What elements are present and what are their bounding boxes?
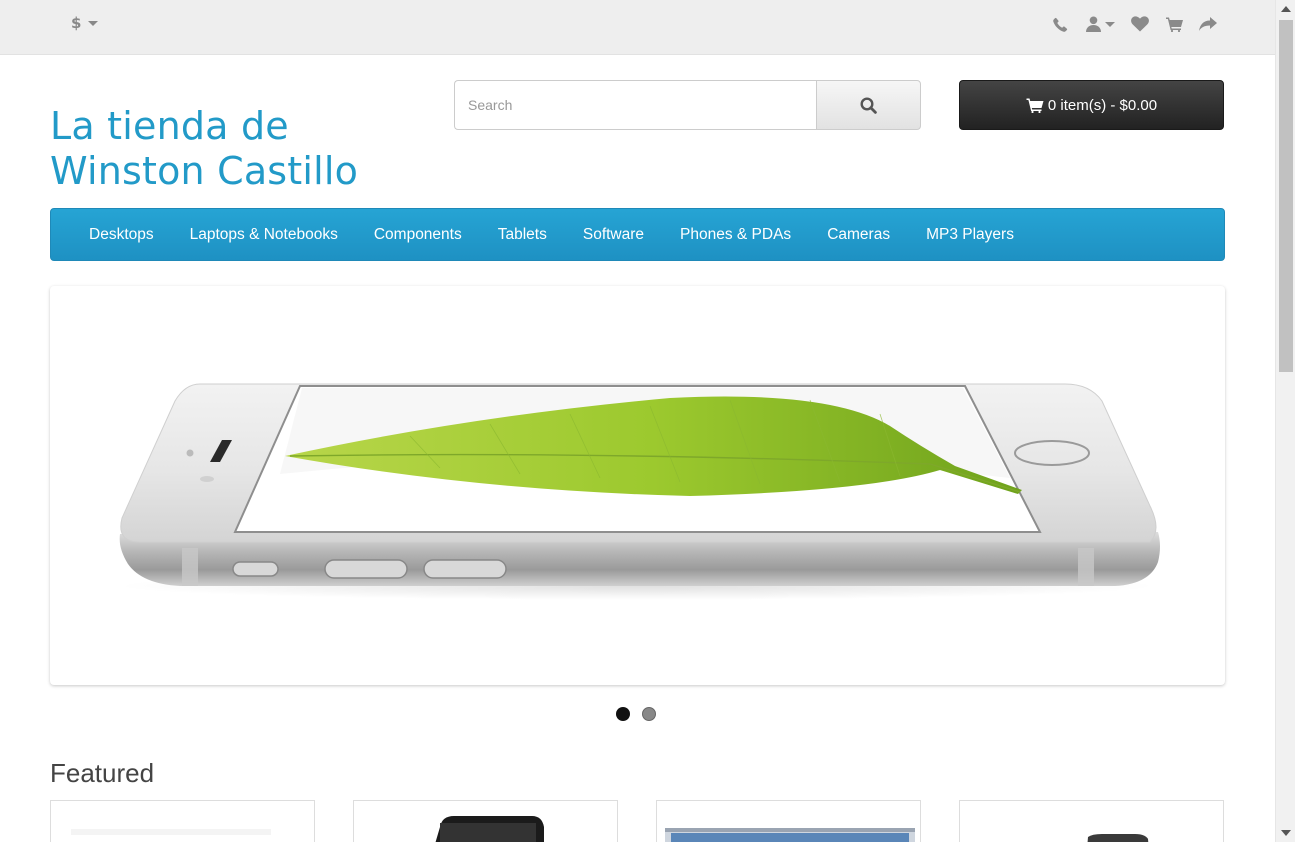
product-card[interactable] (959, 800, 1224, 842)
user-icon (1085, 16, 1101, 32)
menu-item-cameras[interactable]: Cameras (809, 226, 908, 244)
share-icon[interactable] (1198, 14, 1218, 34)
search-bar (454, 80, 921, 130)
slideshow-pagination (616, 707, 656, 721)
search-button[interactable] (816, 80, 921, 130)
scrollbar-thumb[interactable] (1279, 20, 1293, 372)
menu-item-phones-pdas[interactable]: Phones & PDAs (662, 226, 809, 244)
shopping-cart-icon[interactable] (1164, 14, 1184, 34)
search-input[interactable] (454, 80, 816, 130)
store-logo[interactable]: La tienda de Winston Castillo (50, 104, 430, 194)
search-icon (860, 96, 877, 114)
category-menu: Desktops Laptops & Notebooks Components … (50, 208, 1225, 261)
product-image (408, 813, 544, 842)
scroll-down-arrow-icon[interactable] (1281, 830, 1291, 836)
chevron-down-icon (88, 20, 99, 26)
phone-icon[interactable] (1050, 14, 1070, 34)
menu-item-components[interactable]: Components (356, 226, 480, 244)
heart-icon[interactable] (1130, 14, 1150, 34)
slide-dot-1[interactable] (616, 707, 630, 721)
scroll-up-arrow-icon[interactable] (1281, 6, 1291, 12)
currency-symbol: $ (71, 14, 82, 32)
menu-item-tablets[interactable]: Tablets (480, 226, 565, 244)
product-card[interactable] (656, 800, 921, 842)
slide-image-iphone (117, 383, 1161, 600)
menu-item-mp3-players[interactable]: MP3 Players (908, 226, 1032, 244)
cart-button[interactable]: 0 item(s) - $0.00 (959, 80, 1224, 130)
featured-heading: Featured (50, 758, 155, 788)
slideshow[interactable] (50, 286, 1225, 685)
user-dropdown[interactable] (1084, 14, 1116, 34)
top-bar: $ (0, 0, 1275, 55)
menu-item-software[interactable]: Software (565, 226, 662, 244)
product-card[interactable] (50, 800, 315, 842)
slide-dot-2[interactable] (642, 707, 656, 721)
product-image (1087, 834, 1149, 842)
page-scrollbar[interactable] (1275, 0, 1295, 842)
shopping-cart-icon (1026, 98, 1044, 113)
top-links (1050, 14, 1218, 34)
product-card[interactable] (353, 800, 618, 842)
menu-item-desktops[interactable]: Desktops (71, 226, 172, 244)
cart-total: 0 item(s) - $0.00 (1047, 96, 1158, 114)
product-image (71, 829, 271, 835)
product-image (665, 828, 915, 842)
currency-dropdown[interactable]: $ (71, 14, 99, 32)
chevron-down-icon (1104, 21, 1115, 27)
menu-item-laptops-notebooks[interactable]: Laptops & Notebooks (172, 226, 356, 244)
